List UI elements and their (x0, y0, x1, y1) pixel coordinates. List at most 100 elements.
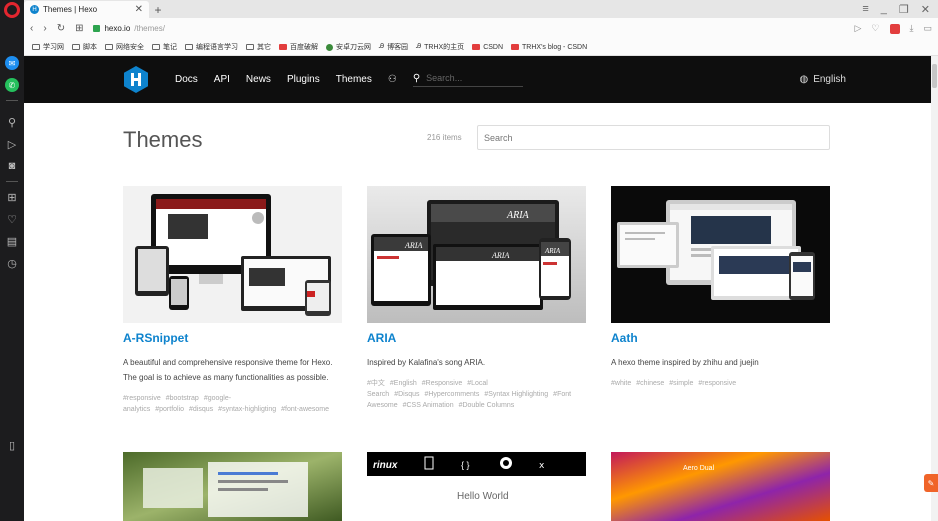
bookmark-folder[interactable]: 脚本 (72, 42, 97, 52)
window-controls: ≡ _ ❐ ✕ (862, 0, 938, 18)
bookmark-folder[interactable]: 学习网 (32, 42, 64, 52)
url-field[interactable]: hexo.io/themes/ (93, 24, 844, 33)
bookmark-link[interactable]: Ꭿ TRHX的主页 (416, 42, 464, 52)
sidebar-divider (6, 100, 18, 101)
theme-card[interactable]: rinux { } ⅹ Hello World (367, 452, 586, 521)
send-to-flow-icon[interactable]: ▷ (855, 23, 862, 34)
search-icon: ⚲ (412, 72, 421, 84)
theme-preview-image[interactable] (123, 186, 342, 323)
nav-themes[interactable]: Themes (336, 74, 372, 85)
theme-tag: #portfolio (155, 406, 185, 413)
svg-text:ARIA: ARIA (544, 247, 561, 255)
themes-search-input[interactable]: Search (477, 125, 830, 150)
cnblogs-icon: Ꭿ (416, 43, 422, 50)
reload-icon[interactable]: ↻ (57, 23, 65, 34)
hello-world-text: Hello World (457, 491, 509, 502)
nav-api[interactable]: API (214, 74, 230, 85)
theme-card[interactable] (123, 452, 342, 521)
language-selector[interactable]: ◍ English (799, 56, 846, 103)
messenger-icon[interactable]: ✉ (0, 52, 24, 74)
bookmark-label: 其它 (257, 44, 271, 51)
browser-window: ✉ ✆ ⚲ ▷ ◙ ⊞ ♡ ▤ ◷ ▯ H Themes | Hexo ✕ + … (0, 0, 938, 521)
page-title: Themes (123, 127, 203, 152)
bookmark-heart-icon[interactable]: ♡ (871, 23, 879, 34)
speed-dial-icon[interactable]: ⊞ (0, 186, 24, 208)
snapshot-icon[interactable]: ◙ (0, 155, 24, 177)
theme-tags: #responsive #bootstrap #google-analytics #p… (123, 393, 342, 415)
theme-tag: #中文 (367, 380, 385, 387)
bookmark-link[interactable]: TRHX's blog - CSDN (511, 44, 587, 51)
bookmark-label: 笔记 (163, 44, 177, 51)
folder-icon (152, 44, 160, 50)
theme-card[interactable]: Aero Dual (611, 452, 830, 521)
theme-tag: #English (389, 380, 417, 387)
close-window-icon[interactable]: ✕ (921, 3, 930, 16)
theme-name[interactable]: ARIA (367, 331, 586, 345)
bookmark-folder[interactable]: 笔记 (152, 42, 177, 52)
theme-preview-image[interactable]: ARIA ARIA ARIA ARIA (367, 186, 586, 323)
theme-preview-image[interactable] (123, 452, 342, 521)
page-scrollbar[interactable] (931, 56, 938, 521)
snapshot-icon[interactable]: ▭ (923, 23, 932, 34)
sidebar-divider (6, 181, 18, 182)
site-icon (279, 44, 287, 50)
folder-icon (185, 44, 193, 50)
theme-tag: #Hypercomments (424, 391, 480, 398)
history-icon[interactable]: ◷ (0, 252, 24, 274)
bookmark-label: 网络安全 (116, 44, 144, 51)
theme-preview-image[interactable]: rinux { } ⅹ Hello World (367, 452, 586, 521)
hexo-favicon-icon: H (30, 5, 39, 14)
bookmark-folder[interactable]: 网络安全 (105, 42, 144, 52)
scrollbar-thumb[interactable] (932, 64, 937, 88)
download-icon[interactable]: ⤓ (910, 23, 914, 34)
url-host: hexo.io (104, 24, 131, 33)
nav-docs[interactable]: Docs (175, 74, 198, 85)
bookmark-folder[interactable]: 其它 (246, 42, 271, 52)
speed-dial-icon[interactable]: ⊞ (75, 23, 83, 34)
feedback-badge[interactable]: ✎ (924, 474, 938, 492)
theme-tag: #Double Columns (458, 402, 515, 409)
theme-card[interactable]: ARIA ARIA ARIA ARIA ARIA Inspired by Kal… (367, 186, 586, 411)
bookmark-folder[interactable]: 编程语言学习 (185, 42, 238, 52)
bookmark-link[interactable]: 安卓刀云网 (326, 42, 371, 52)
send-icon[interactable]: ▷ (0, 133, 24, 155)
search-icon[interactable]: ⚲ (0, 111, 24, 133)
whatsapp-icon[interactable]: ✆ (0, 74, 24, 96)
theme-name[interactable]: Aath (611, 331, 830, 345)
restore-icon[interactable]: ❐ (899, 3, 909, 16)
bookmark-label: TRHX's blog - CSDN (522, 43, 588, 51)
news-icon[interactable]: ▤ (0, 230, 24, 252)
bookmark-link[interactable]: 百度破解 (279, 42, 318, 52)
csdn-icon (511, 44, 520, 50)
forward-icon[interactable]: › (43, 23, 46, 34)
nav-plugins[interactable]: Plugins (287, 74, 320, 85)
opera-logo-icon[interactable] (4, 2, 20, 18)
theme-card[interactable]: Aath A hexo theme inspired by zhihu and … (611, 186, 830, 389)
theme-tag: #simple (669, 380, 694, 387)
theme-tag: #white (611, 380, 632, 387)
nav-news[interactable]: News (246, 74, 271, 85)
opera-sidebar: ✉ ✆ ⚲ ▷ ◙ ⊞ ♡ ▤ ◷ ▯ (0, 0, 24, 521)
theme-preview-image[interactable] (611, 186, 830, 323)
close-tab-icon[interactable]: ✕ (135, 4, 143, 15)
minimize-icon[interactable]: _ (881, 3, 887, 15)
bookmark-link[interactable]: Ꭿ 博客园 (379, 42, 408, 52)
extension-icon[interactable] (889, 23, 900, 34)
hexo-logo-icon[interactable] (124, 66, 148, 93)
nav-search-input[interactable]: ⚲ Search... (412, 72, 523, 87)
tab-menu-icon[interactable]: ≡ (862, 3, 868, 15)
theme-preview-image[interactable]: Aero Dual (611, 452, 830, 521)
theme-tag: #Responsive (421, 380, 463, 387)
heart-icon[interactable]: ♡ (0, 208, 24, 230)
back-icon[interactable]: ‹ (30, 23, 33, 34)
github-icon[interactable]: ⚇ (388, 74, 397, 85)
address-bar: ‹ › ↻ ⊞ hexo.io/themes/ ▷ ♡ ⤓ ▭ (24, 18, 938, 39)
theme-card[interactable]: A-RSnippet A beautiful and comprehensive… (123, 186, 342, 415)
theme-tag: #Disqus (394, 391, 420, 398)
tab-hexo-themes[interactable]: H Themes | Hexo ✕ (24, 1, 149, 18)
sidebar-toggle-icon[interactable]: ▯ (0, 434, 24, 456)
theme-name[interactable]: A-RSnippet (123, 331, 342, 345)
csdn-icon (472, 44, 481, 50)
bookmark-link[interactable]: CSDN (472, 44, 503, 51)
new-tab-button[interactable]: + (149, 1, 167, 18)
